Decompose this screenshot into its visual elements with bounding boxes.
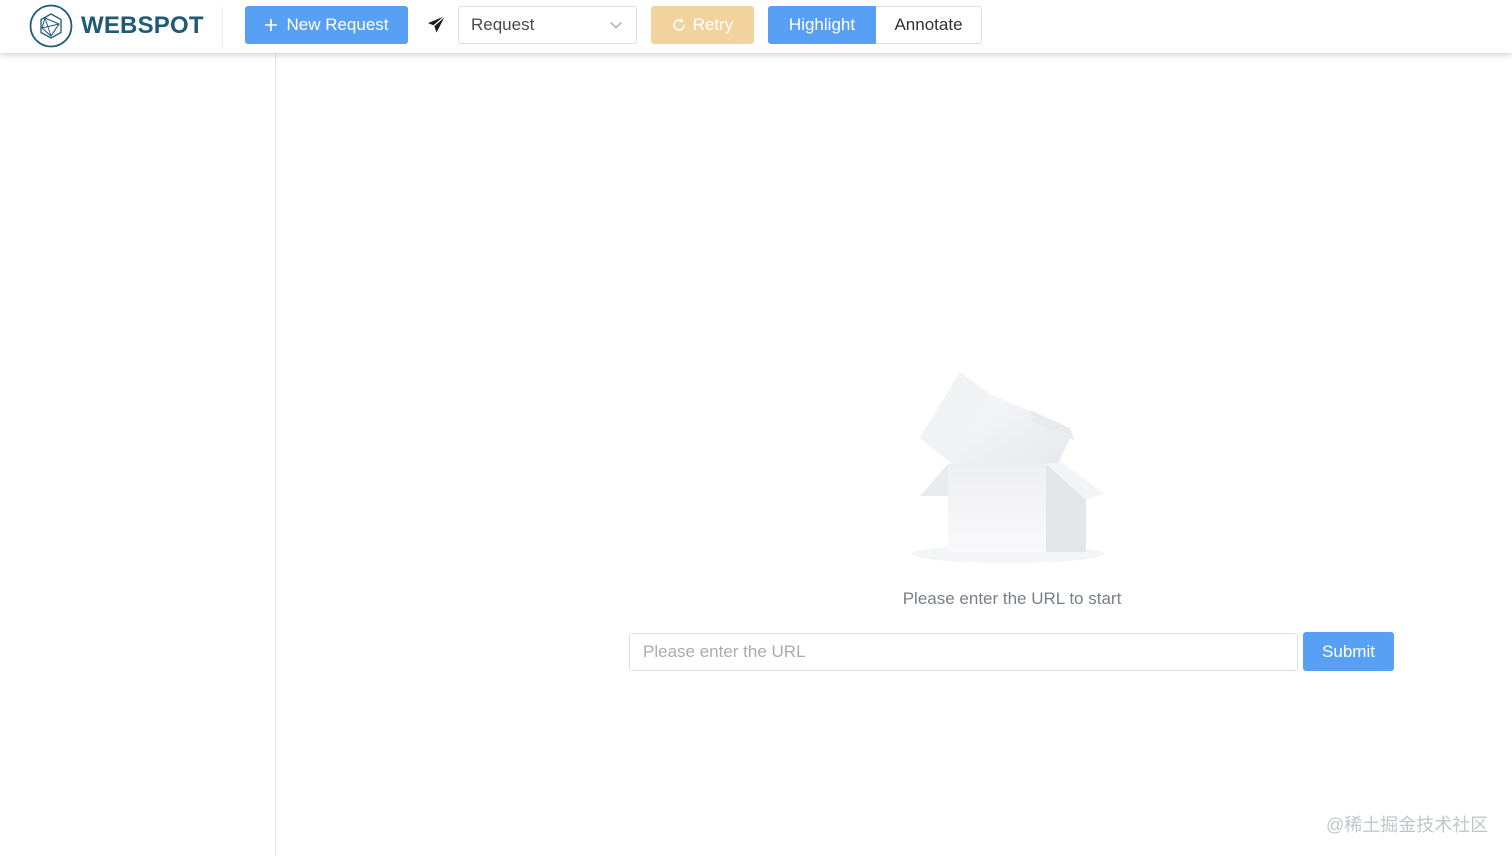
new-request-label: New Request (286, 15, 389, 34)
new-request-button[interactable]: New Request (245, 6, 408, 44)
refresh-icon (672, 18, 686, 32)
url-input[interactable] (629, 633, 1298, 671)
webspot-logo-icon (29, 4, 73, 48)
retry-label: Retry (692, 15, 734, 34)
watermark: @稀土掘金技术社区 (1326, 815, 1489, 835)
request-sidebar (0, 53, 276, 856)
brand-name: WEBSPOT (81, 12, 204, 39)
highlight-button[interactable]: Highlight (768, 6, 876, 44)
logo[interactable]: WEBSPOT (29, 3, 204, 49)
request-type-select[interactable]: Request (458, 6, 637, 44)
plus-icon (264, 18, 278, 32)
annotate-button[interactable]: Annotate (876, 6, 982, 44)
empty-state-message: Please enter the URL to start (902, 589, 1122, 608)
main-panel (276, 53, 1512, 856)
submit-button[interactable]: Submit (1303, 632, 1394, 671)
mode-toggle-group: Highlight Annotate (768, 6, 982, 44)
request-type-value: Request (471, 15, 535, 34)
paper-plane-icon (427, 15, 446, 33)
top-toolbar: WEBSPOT New Request Request Retry Highli… (0, 0, 1512, 53)
retry-button[interactable]: Retry (651, 6, 754, 44)
header-divider (222, 6, 223, 47)
empty-box-icon (912, 372, 1104, 563)
chevron-down-icon (610, 21, 622, 29)
